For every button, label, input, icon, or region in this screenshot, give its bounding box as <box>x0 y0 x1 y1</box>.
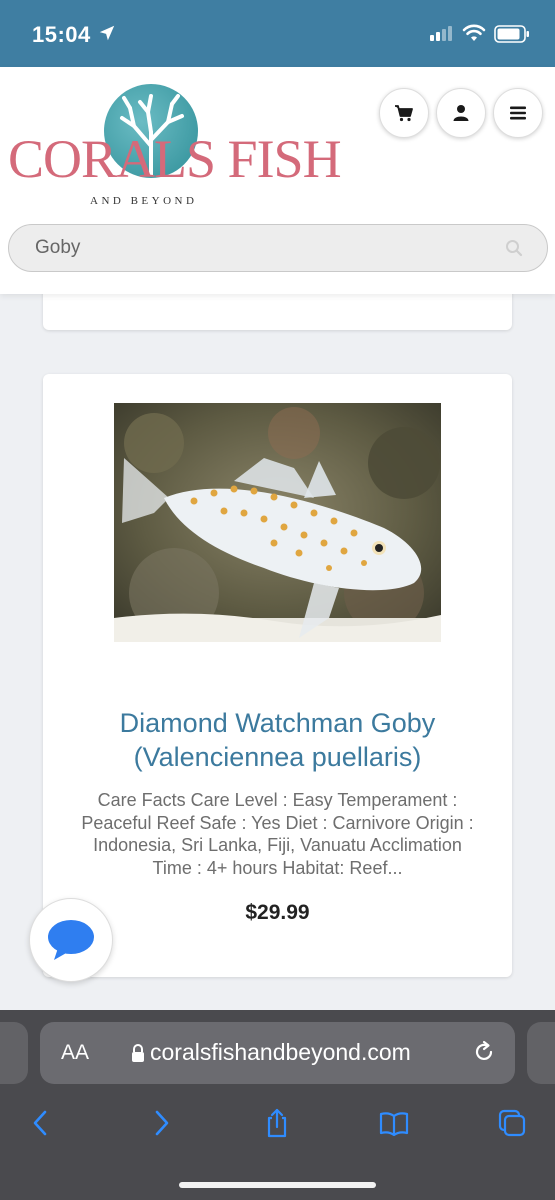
url-text[interactable]: coralsfishandbeyond.com <box>150 1039 411 1066</box>
account-button[interactable] <box>436 88 486 138</box>
menu-icon <box>510 106 526 120</box>
product-price: $29.99 <box>245 901 310 924</box>
location-arrow-icon <box>99 25 115 41</box>
product-card[interactable]: Diamond Watchman Goby (Valenciennea puel… <box>43 374 512 977</box>
reload-icon[interactable] <box>472 1040 496 1064</box>
text-size-button[interactable]: AA <box>61 1041 89 1065</box>
tabs-button[interactable] <box>495 1106 529 1140</box>
chat-button[interactable] <box>29 898 113 982</box>
logo-wordmark: CORALS FISH <box>8 129 342 189</box>
status-time: 15:04 <box>32 22 91 47</box>
share-icon <box>267 1108 287 1138</box>
chat-bubble-icon <box>48 920 94 960</box>
product-title[interactable]: Diamond Watchman Goby (Valenciennea puel… <box>53 706 502 774</box>
back-icon <box>33 1110 47 1136</box>
next-tab-peek[interactable] <box>527 1022 555 1084</box>
logo-tagline: AND BEYOND <box>90 195 198 207</box>
browser-bottom-bar: AA coralsfishandbeyond.com <box>0 1010 555 1200</box>
site-logo[interactable]: CORALS FISH AND BEYOND <box>8 82 342 212</box>
tabs-icon <box>498 1109 526 1137</box>
battery-icon <box>494 25 529 43</box>
bookmarks-button[interactable] <box>377 1106 411 1140</box>
home-indicator[interactable] <box>179 1182 376 1188</box>
wifi-icon <box>462 24 486 41</box>
cart-button[interactable] <box>379 88 429 138</box>
bookmarks-icon <box>379 1112 409 1137</box>
cellular-signal-icon <box>430 26 452 41</box>
lock-icon <box>132 1044 144 1062</box>
forward-icon <box>155 1110 169 1136</box>
product-image[interactable] <box>114 403 441 642</box>
menu-button[interactable] <box>493 88 543 138</box>
back-button[interactable] <box>24 1106 58 1140</box>
search-input[interactable] <box>35 225 485 271</box>
forward-button[interactable] <box>144 1106 178 1140</box>
status-bar: 15:04 <box>0 0 555 67</box>
share-button[interactable] <box>260 1106 294 1140</box>
search-bar <box>8 224 548 272</box>
cart-icon <box>395 105 413 122</box>
previous-tab-peek[interactable] <box>0 1022 28 1084</box>
search-icon[interactable] <box>505 239 523 257</box>
product-description: Care Facts Care Level : Easy Temperament… <box>81 790 474 878</box>
text-size-label: AA <box>61 1041 90 1064</box>
site-header: CORALS FISH AND BEYOND <box>0 67 555 294</box>
user-icon <box>453 105 469 121</box>
address-bar[interactable]: AA coralsfishandbeyond.com <box>40 1022 515 1084</box>
